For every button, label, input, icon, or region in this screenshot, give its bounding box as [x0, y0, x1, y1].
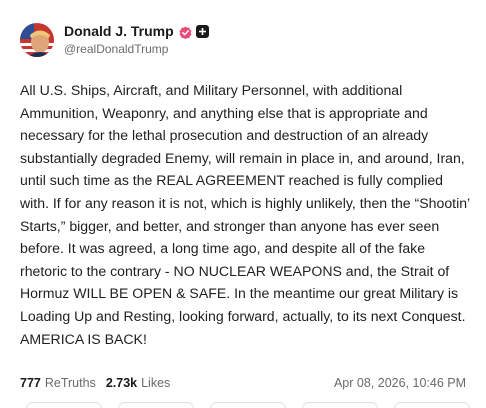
author-handle[interactable]: @realDonaldTrump [64, 41, 209, 57]
reply-button[interactable] [26, 402, 102, 408]
likes-label: Likes [141, 376, 171, 390]
author-display-name[interactable]: Donald J. Trump [64, 22, 174, 40]
more-button[interactable] [394, 402, 470, 408]
share-button[interactable] [302, 402, 378, 408]
like-button[interactable] [210, 402, 286, 408]
likes-stat[interactable]: 2.73k Likes [106, 376, 170, 390]
retruths-stat[interactable]: 777 ReTruths [20, 376, 96, 390]
retruth-button[interactable] [118, 402, 194, 408]
retruths-label: ReTruths [44, 376, 96, 390]
post-card: Donald J. Trump @realDonaldTrump All U.S… [0, 0, 486, 408]
likes-count: 2.73k [105, 376, 138, 390]
plus-badge-icon [195, 24, 209, 38]
verified-badge-icon [179, 25, 192, 39]
author-name-row: Donald J. Trump [64, 22, 209, 40]
author-info: Donald J. Trump @realDonaldTrump [64, 22, 209, 57]
post-text: All U.S. Ships, Aircraft, and Military P… [20, 82, 470, 347]
action-bar [20, 402, 470, 408]
profile-avatar[interactable] [20, 22, 54, 57]
post-timestamp[interactable]: Apr 08, 2026, 10:46 PM [334, 376, 466, 390]
retruths-count: 777 [20, 376, 41, 390]
post-stats: 777 ReTruths 2.73k Likes [20, 376, 180, 390]
post-header: Donald J. Trump @realDonaldTrump [20, 22, 209, 57]
